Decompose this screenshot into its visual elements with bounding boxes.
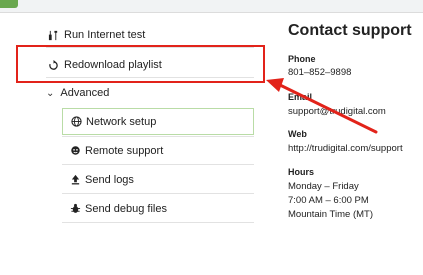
remote-support-item[interactable]: Remote support	[62, 137, 254, 164]
network-setup-label: Network setup	[86, 115, 157, 128]
send-debug-files-item[interactable]: Send debug files	[62, 195, 254, 222]
support-agent-icon	[68, 144, 82, 158]
run-internet-test-label: Run Internet test	[64, 29, 146, 41]
advanced-toggle[interactable]: ⌄ Advanced	[46, 84, 109, 102]
run-internet-test-item[interactable]: Run Internet test	[46, 26, 256, 44]
send-logs-label: Send logs	[85, 173, 134, 186]
divider	[62, 164, 254, 165]
upload-icon	[68, 173, 82, 187]
email-value[interactable]: support@trudigital.com	[288, 106, 386, 117]
send-logs-item[interactable]: Send logs	[62, 166, 254, 193]
hours-zone: Mountain Time (MT)	[288, 209, 373, 220]
chevron-down-icon: ⌄	[46, 87, 55, 99]
hours-label: Hours	[288, 167, 315, 177]
web-value[interactable]: http://trudigital.com/support	[288, 143, 403, 154]
email-label: Email	[288, 92, 313, 102]
divider	[62, 222, 254, 223]
phone-label: Phone	[288, 54, 316, 64]
web-label: Web	[288, 129, 307, 139]
bug-icon	[68, 202, 82, 216]
support-settings-page: Run Internet test Redownload playlist ⌄ …	[0, 0, 423, 275]
network-setup-item[interactable]: Network setup	[62, 108, 254, 135]
contact-support-title: Contact support	[288, 22, 412, 39]
advanced-label: Advanced	[60, 87, 110, 99]
send-debug-files-label: Send debug files	[85, 202, 167, 215]
highlight-annotation-box	[16, 45, 265, 83]
window-header	[0, 0, 423, 13]
app-logo	[0, 0, 18, 8]
remote-support-label: Remote support	[85, 144, 164, 157]
hours-time: 7:00 AM – 6:00 PM	[288, 195, 369, 206]
phone-value: 801–852–9898	[288, 67, 352, 78]
globe-icon	[69, 115, 83, 129]
divider	[62, 193, 254, 194]
hours-days: Monday – Friday	[288, 181, 359, 192]
tools-icon	[46, 28, 60, 42]
